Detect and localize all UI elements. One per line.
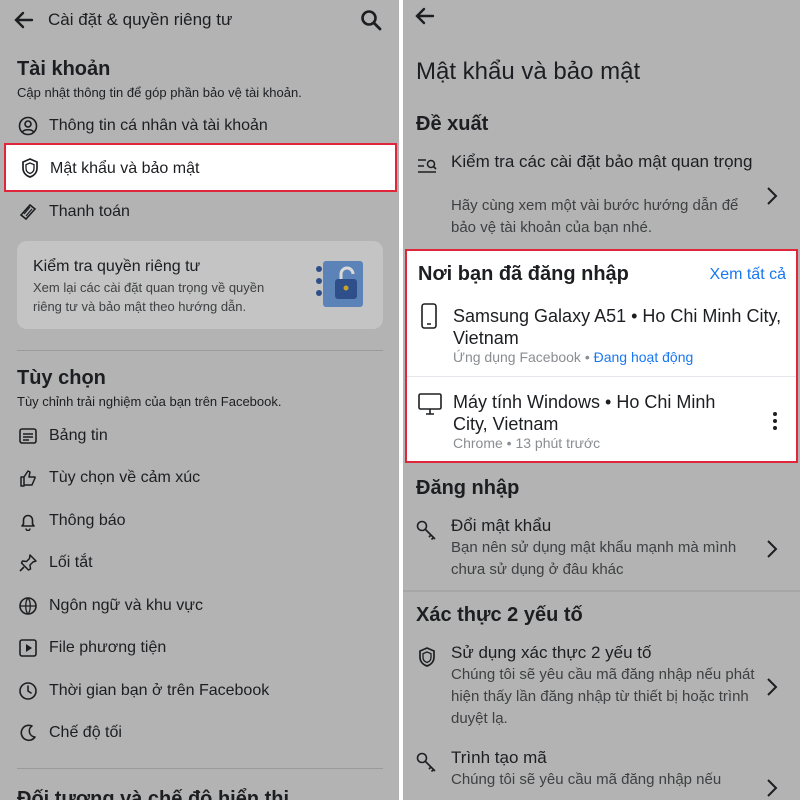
account-section-title: Tài khoản: [17, 58, 111, 80]
divider: [403, 590, 800, 592]
divider: [407, 376, 796, 377]
two-factor-section-title: Xác thực 2 yếu tố: [416, 604, 583, 626]
menu-item-label: Ngôn ngữ và khu vực: [49, 597, 203, 614]
page-title: Mật khẩu và bảo mật: [416, 58, 641, 85]
change-password-subtitle: Bạn nên sử dụng mật khẩu mạnh mà mình ch…: [451, 539, 737, 578]
privacy-card-title: Kiểm tra quyền riêng tư: [33, 258, 201, 275]
desktop-icon: [418, 393, 442, 415]
menu-item-label: Tùy chọn về cảm xúc: [49, 469, 201, 486]
menu-item-label: Mật khẩu và bảo mật: [50, 160, 200, 177]
menu-item-dark-mode[interactable]: Chế độ tối: [0, 715, 399, 751]
media-icon: [17, 637, 39, 659]
menu-item-time-on-facebook[interactable]: Thời gian bạn ở trên Facebook: [0, 673, 399, 709]
audience-section-title: Đối tượng và chế độ hiển thị: [17, 788, 290, 800]
back-arrow-icon[interactable]: [12, 8, 36, 32]
page-title: Cài đặt & quyền riêng tư: [48, 10, 233, 29]
privacy-checkup-card[interactable]: Kiểm tra quyền riêng tư Xem lại các cài …: [17, 241, 383, 329]
top-bar: Cài đặt & quyền riêng tư: [0, 0, 399, 40]
menu-item-label: Lối tắt: [49, 554, 93, 571]
shield-icon: [22, 158, 38, 178]
menu-item-label: Thanh toán: [49, 203, 130, 220]
more-options-icon[interactable]: [772, 411, 778, 431]
menu-item-personal-info[interactable]: Thông tin cá nhân và tài khoản: [0, 108, 399, 144]
chevron-right-icon[interactable]: [766, 186, 778, 206]
globe-icon: [17, 595, 39, 617]
key-icon: [416, 752, 436, 773]
device-name[interactable]: Samsung Galaxy A51 • Ho Chi Minh City, V…: [453, 305, 783, 349]
person-circle-icon: [17, 115, 39, 137]
where-logged-in-title: Nơi bạn đã đăng nhập: [418, 263, 629, 285]
see-all-link[interactable]: Xem tất cả: [710, 266, 786, 284]
divider: [17, 350, 383, 351]
device-meta: Chrome • 13 phút trước: [453, 435, 601, 451]
news-feed-icon: [17, 425, 39, 447]
suggestion-section-title: Đề xuất: [416, 113, 489, 135]
menu-item-label: Thông báo: [49, 512, 126, 529]
menu-item-notifications[interactable]: Thông báo: [0, 503, 399, 539]
phone-icon: [421, 303, 437, 329]
menu-item-password-security[interactable]: Mật khẩu và bảo mật: [4, 143, 397, 192]
password-security-panel: Mật khẩu và bảo mật Đề xuất Kiểm tra các…: [403, 0, 800, 800]
preferences-section-subtitle: Tùy chỉnh trải nghiệm của bạn trên Faceb…: [17, 394, 282, 409]
security-checkup-title[interactable]: Kiểm tra các cài đặt bảo mật quan trọng: [451, 151, 761, 173]
chevron-right-icon[interactable]: [766, 778, 778, 798]
preferences-section-title: Tùy chọn: [17, 367, 106, 389]
where-logged-in-card: Nơi bạn đã đăng nhập Xem tất cả Samsung …: [405, 249, 798, 463]
code-generator-subtitle: Chúng tôi sẽ yêu cầu mã đăng nhập nếu: [451, 771, 722, 788]
security-checkup-subtitle: Hãy cùng xem một vài bước hướng dẫn để b…: [451, 197, 739, 236]
menu-item-payments[interactable]: Thanh toán: [0, 194, 399, 230]
device-app: Ứng dụng Facebook •: [453, 349, 594, 365]
checklist-search-icon: [418, 159, 437, 173]
use-two-factor-title[interactable]: Sử dụng xác thực 2 yếu tố: [451, 642, 651, 664]
chevron-right-icon[interactable]: [766, 677, 778, 697]
device-meta: Ứng dụng Facebook • Đang hoạt động: [453, 349, 693, 365]
menu-item-news-feed[interactable]: Bảng tin: [0, 418, 399, 454]
menu-item-media[interactable]: File phương tiện: [0, 630, 399, 666]
shield-icon: [419, 647, 435, 667]
settings-privacy-panel: Cài đặt & quyền riêng tư Tài khoản Cập n…: [0, 0, 399, 800]
bell-icon: [17, 510, 39, 532]
menu-item-language-region[interactable]: Ngôn ngữ và khu vực: [0, 588, 399, 624]
tag-icon: [17, 201, 39, 223]
code-generator-title[interactable]: Trình tạo mã: [451, 747, 547, 769]
menu-item-label: Thông tin cá nhân và tài khoản: [49, 117, 268, 134]
clock-icon: [17, 680, 39, 702]
back-arrow-icon[interactable]: [413, 4, 437, 28]
privacy-lock-illustration-icon: [316, 261, 363, 307]
menu-item-reactions[interactable]: Tùy chọn về cảm xúc: [0, 460, 399, 496]
chevron-right-icon[interactable]: [766, 539, 778, 559]
menu-item-label: Bảng tin: [49, 427, 108, 444]
device-name[interactable]: Máy tính Windows • Ho Chi Minh City, Vie…: [453, 391, 743, 435]
key-icon: [416, 520, 436, 541]
login-section-title: Đăng nhập: [416, 477, 520, 499]
use-two-factor-subtitle: Chúng tôi sẽ yêu cầu mã đăng nhập nếu ph…: [451, 666, 755, 727]
divider: [17, 768, 383, 769]
change-password-title[interactable]: Đổi mật khẩu: [451, 515, 551, 537]
menu-item-label: File phương tiện: [49, 639, 167, 656]
moon-icon: [17, 722, 39, 744]
active-status: Đang hoạt động: [593, 349, 694, 365]
menu-item-shortcuts[interactable]: Lối tắt: [0, 545, 399, 581]
menu-item-label: Thời gian bạn ở trên Facebook: [49, 682, 270, 699]
privacy-card-text: Xem lại các cài đặt quan trọng về quyền …: [33, 280, 265, 314]
account-section-subtitle: Cập nhật thông tin để góp phần bảo vệ tà…: [17, 85, 302, 100]
menu-item-label: Chế độ tối: [49, 724, 122, 741]
reaction-icon: [17, 467, 39, 489]
pin-icon: [17, 552, 39, 574]
search-icon[interactable]: [359, 8, 383, 32]
